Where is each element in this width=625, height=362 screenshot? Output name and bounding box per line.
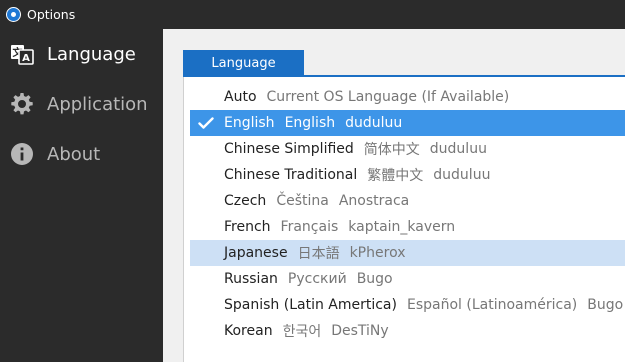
content-area: Language Auto Current OS Language (If Av… [163,29,625,362]
language-list[interactable]: Auto Current OS Language (If Available) … [190,84,625,344]
svg-text:A: A [22,53,30,64]
language-option-spanish[interactable]: Spanish (Latin Amertica) Español (Latino… [190,292,625,318]
language-option-auto[interactable]: Auto Current OS Language (If Available) [190,84,625,110]
language-native-name: Français [280,219,339,235]
language-translator: duduluu [429,141,487,157]
language-option-english[interactable]: English English duduluu [190,110,625,136]
language-translator: kPherox [349,245,406,261]
language-option-korean[interactable]: Korean 한국어 DesTiNy [190,318,625,344]
sidebar-item-about[interactable]: About [0,129,163,179]
gear-icon [9,91,35,117]
language-native-name: 日本語 [297,246,340,262]
language-option-russian[interactable]: Russian Русский Bugo [190,266,625,292]
language-translator: Bugo [356,271,393,287]
translate-icon: 文 A [9,41,35,67]
language-name: Czech [224,193,267,209]
language-native-name: 繁體中文 [367,168,424,184]
language-native-name: English [284,115,336,131]
language-name: Auto [224,89,257,105]
language-panel: Auto Current OS Language (If Available) … [183,77,625,362]
language-option-japanese[interactable]: Japanese 日本語 kPherox [190,240,625,266]
language-native-name: 简体中文 [363,142,420,158]
tab-language[interactable]: Language [183,50,304,76]
language-option-chinese-traditional[interactable]: Chinese Traditional 繁體中文 duduluu [190,162,625,188]
language-name: Chinese Traditional [224,167,358,183]
sidebar-item-label: Application [47,93,148,115]
language-translator: DesTiNy [331,323,389,339]
language-name: Chinese Simplified [224,141,354,157]
sidebar: 文 A Language Application About [0,29,163,362]
language-option-chinese-simplified[interactable]: Chinese Simplified 简体中文 duduluu [190,136,625,162]
language-translator: Bugo [587,297,624,313]
language-option-czech[interactable]: Czech Čeština Anostraca [190,188,625,214]
language-translator: duduluu [433,167,491,183]
language-name: Spanish (Latin Amertica) [224,297,397,313]
language-name: Japanese [224,245,288,261]
language-translator: Anostraca [338,193,410,209]
language-translator: duduluu [345,115,403,131]
language-name: French [224,219,271,235]
language-name: Korean [224,323,273,339]
language-native-name: Русский [287,271,347,287]
sidebar-item-application[interactable]: Application [0,79,163,129]
title-bar: Options [0,0,625,29]
language-native-name: Čeština [276,193,329,209]
language-native-name: 한국어 [282,324,322,340]
language-native-name: Current OS Language (If Available) [266,89,510,105]
app-logo-icon [6,7,21,22]
language-translator: kaptain_kavern [348,219,456,235]
window-title: Options [27,7,76,22]
checkmark-icon [198,117,214,129]
language-option-french[interactable]: French Français kaptain_kavern [190,214,625,240]
sidebar-item-label: About [47,143,101,165]
sidebar-item-language[interactable]: 文 A Language [0,29,163,79]
sidebar-item-label: Language [47,43,136,65]
language-name: English [224,115,275,131]
info-icon [9,141,35,167]
language-native-name: Español (Latinoamérica) [406,297,578,313]
language-name: Russian [224,271,278,287]
